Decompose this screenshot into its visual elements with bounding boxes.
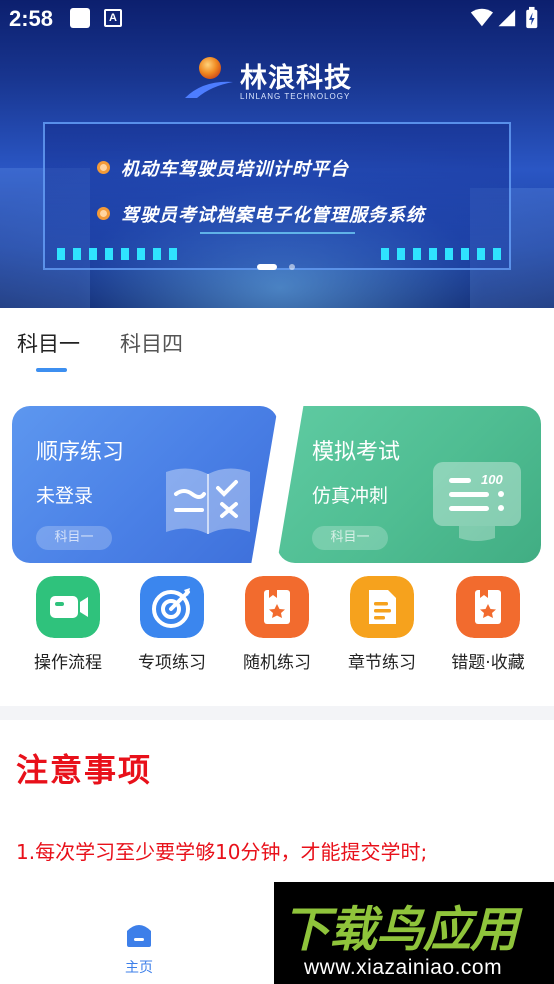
nav-home-label: 主页 xyxy=(125,960,153,976)
card-subtitle: 未登录 xyxy=(36,485,94,507)
road-decoration xyxy=(200,232,355,272)
sequential-practice-card[interactable]: 顺序练习 未登录 科目一 xyxy=(12,406,278,563)
card-title: 模拟考试 xyxy=(312,440,401,465)
tab-active-indicator xyxy=(36,368,67,372)
video-icon xyxy=(36,576,100,638)
grid-label: 随机练习 xyxy=(243,653,311,673)
tab-subject-one[interactable]: 科目一 xyxy=(17,328,80,358)
card-subtitle: 仿真冲刺 xyxy=(312,485,389,507)
grid-label: 专项练习 xyxy=(138,653,206,673)
a-badge-icon: A xyxy=(104,9,122,27)
grid-label: 操作流程 xyxy=(34,653,102,673)
card-title: 顺序练习 xyxy=(36,440,125,465)
subject-tabs: 科目一 科目四 xyxy=(0,308,554,378)
book-icon xyxy=(166,468,250,534)
notification-icon xyxy=(70,8,90,28)
battery-icon xyxy=(526,6,538,29)
watermark-url: www.xiazainiao.com xyxy=(304,956,503,979)
target-icon xyxy=(140,576,204,638)
exam-paper-icon: 100 xyxy=(433,462,521,541)
bullet-dot-icon xyxy=(97,161,110,174)
bottom-nav: 主页 xyxy=(0,905,274,984)
star-card-icon xyxy=(456,576,520,638)
brand-logo: 林浪科技 LINLANG TECHNOLOGY xyxy=(183,54,383,106)
wifi-icon xyxy=(470,8,493,27)
card-tag: 科目一 xyxy=(36,526,112,550)
score-text: 100 xyxy=(481,472,503,487)
star-card-icon xyxy=(245,576,309,638)
grid-item-chapter-practice[interactable]: 章节练习 xyxy=(332,576,432,676)
grid-label: 错题·收藏 xyxy=(451,653,525,673)
grid-item-special-practice[interactable]: 专项练习 xyxy=(122,576,222,676)
nav-home[interactable]: 主页 xyxy=(110,919,168,979)
grid-item-random-practice[interactable]: 随机练习 xyxy=(227,576,327,676)
notice-title: 注意事项 xyxy=(16,751,153,789)
card-tag: 科目一 xyxy=(312,526,388,550)
signal-icon xyxy=(498,9,516,27)
banner[interactable]: 2:58 A 林浪科技 LINLANG TECHNOLOGY 机动车驾驶员培训计… xyxy=(0,0,554,308)
banner-line-2: 驾驶员考试档案电子化管理服务系统 xyxy=(121,205,425,226)
grid-label: 章节练习 xyxy=(348,653,416,673)
mock-exam-card[interactable]: 模拟考试 仿真冲刺 科目一 100 xyxy=(277,406,541,563)
home-icon xyxy=(127,925,151,947)
bullet-dot-icon xyxy=(97,207,110,220)
grid-item-operation-flow[interactable]: 操作流程 xyxy=(18,576,118,676)
section-divider xyxy=(0,706,554,720)
tab-subject-four[interactable]: 科目四 xyxy=(120,328,183,358)
status-icons xyxy=(470,6,538,29)
notice-item: 1.每次学习至少要学够10分钟，才能提交学时; xyxy=(16,840,428,864)
status-bar: 2:58 A xyxy=(0,0,554,38)
logo-mark-icon xyxy=(185,57,233,98)
grid-item-wrong-and-favorites[interactable]: 错题·收藏 xyxy=(438,576,538,676)
banner-line-1: 机动车驾驶员培训计时平台 xyxy=(121,159,349,180)
status-time: 2:58 xyxy=(9,6,54,31)
watermark: 下载鸟应用 www.xiazainiao.com xyxy=(274,882,554,984)
logo-text: 林浪科技 xyxy=(240,63,352,94)
document-icon xyxy=(350,576,414,638)
logo-subtitle: LINLANG TECHNOLOGY xyxy=(240,92,351,101)
watermark-title: 下载鸟应用 xyxy=(282,902,518,958)
